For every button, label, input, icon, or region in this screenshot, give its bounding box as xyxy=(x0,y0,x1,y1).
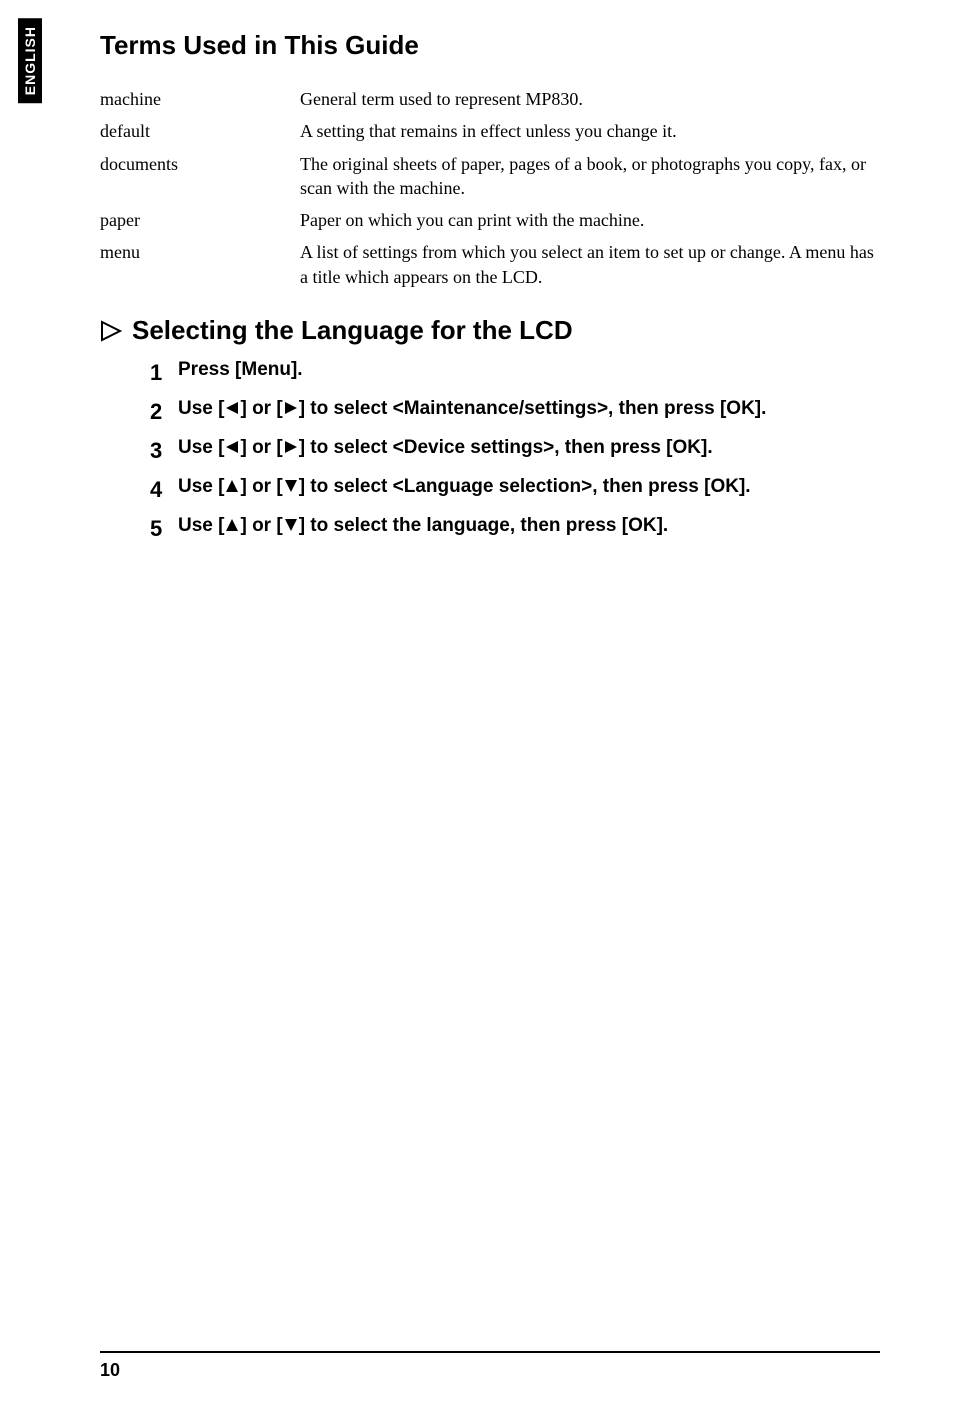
language-tab: ENGLISH xyxy=(18,18,42,103)
section-heading: Selecting the Language for the LCD xyxy=(132,315,573,346)
footer-rule xyxy=(100,1351,880,1353)
steps-list: 1Press [Menu].2Use [] or [] to select <M… xyxy=(100,356,880,545)
right-arrow-icon xyxy=(283,436,299,465)
terms-row: defaultA setting that remains in effect … xyxy=(100,115,880,147)
terms-heading: Terms Used in This Guide xyxy=(100,30,880,61)
step-item: 4Use [] or [] to select <Language select… xyxy=(150,473,880,506)
terms-row: menuA list of settings from which you se… xyxy=(100,236,880,293)
left-arrow-icon xyxy=(224,397,240,426)
term-name: default xyxy=(100,115,300,147)
step-text: Use [] or [] to select the language, the… xyxy=(178,512,880,543)
step-item: 2Use [] or [] to select <Maintenance/set… xyxy=(150,395,880,428)
term-name: paper xyxy=(100,204,300,236)
term-name: documents xyxy=(100,148,300,205)
step-text: Use [] or [] to select <Maintenance/sett… xyxy=(178,395,880,426)
play-icon xyxy=(100,320,122,342)
step-number: 2 xyxy=(150,395,178,428)
terms-row: machineGeneral term used to represent MP… xyxy=(100,83,880,115)
up-arrow-icon xyxy=(224,514,240,543)
page-number: 10 xyxy=(100,1360,120,1381)
left-arrow-icon xyxy=(224,436,240,465)
term-name: machine xyxy=(100,83,300,115)
step-item: 5Use [] or [] to select the language, th… xyxy=(150,512,880,545)
terms-row: paperPaper on which you can print with t… xyxy=(100,204,880,236)
step-item: 3Use [] or [] to select <Device settings… xyxy=(150,434,880,467)
term-definition: General term used to represent MP830. xyxy=(300,83,880,115)
step-number: 4 xyxy=(150,473,178,506)
page-content: Terms Used in This Guide machineGeneral … xyxy=(0,0,960,545)
down-arrow-icon xyxy=(283,475,299,504)
term-definition: Paper on which you can print with the ma… xyxy=(300,204,880,236)
step-text: Use [] or [] to select <Language selecti… xyxy=(178,473,880,504)
step-number: 1 xyxy=(150,356,178,389)
term-definition: The original sheets of paper, pages of a… xyxy=(300,148,880,205)
right-arrow-icon xyxy=(283,397,299,426)
step-number: 3 xyxy=(150,434,178,467)
term-definition: A list of settings from which you select… xyxy=(300,236,880,293)
term-definition: A setting that remains in effect unless … xyxy=(300,115,880,147)
down-arrow-icon xyxy=(283,514,299,543)
section-heading-row: Selecting the Language for the LCD xyxy=(100,315,880,346)
step-number: 5 xyxy=(150,512,178,545)
step-text: Use [] or [] to select <Device settings>… xyxy=(178,434,880,465)
up-arrow-icon xyxy=(224,475,240,504)
terms-table: machineGeneral term used to represent MP… xyxy=(100,83,880,293)
step-item: 1Press [Menu]. xyxy=(150,356,880,389)
term-name: menu xyxy=(100,236,300,293)
step-text: Press [Menu]. xyxy=(178,356,880,385)
terms-row: documentsThe original sheets of paper, p… xyxy=(100,148,880,205)
